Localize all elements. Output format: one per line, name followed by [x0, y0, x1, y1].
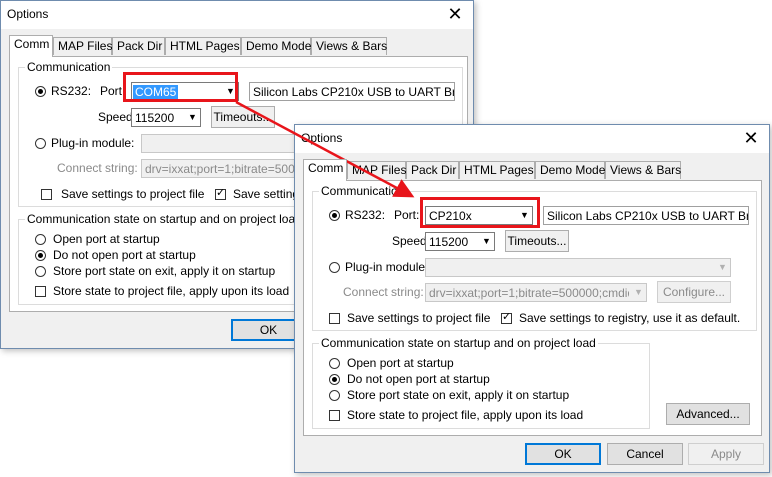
tab-comm[interactable]: Comm: [9, 35, 53, 57]
tab-comm[interactable]: Comm: [303, 159, 347, 181]
arrow-line: [235, 100, 415, 198]
highlight-arrow: [235, 100, 415, 198]
